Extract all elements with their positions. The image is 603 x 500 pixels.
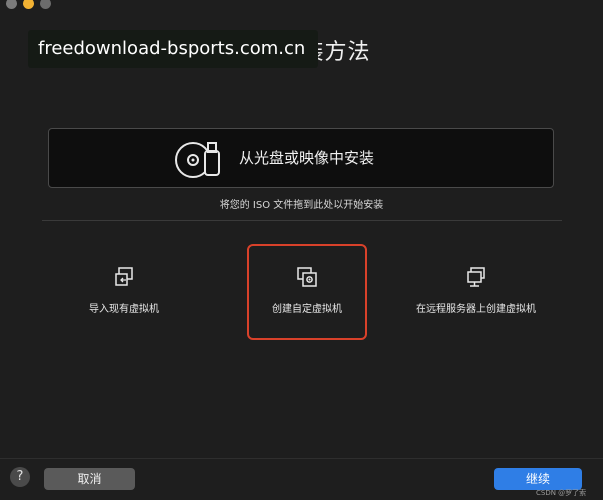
section-divider <box>42 220 562 221</box>
drop-hint-text: 将您的 ISO 文件拖到此处以开始安装 <box>219 200 384 211</box>
footer-divider <box>0 458 603 459</box>
custom-vm-icon <box>297 267 317 287</box>
watermark-overlay: freedownload-bsports.com.cn <box>28 30 318 68</box>
option-remote-label: 在远程服务器上创建虚拟机 <box>416 304 536 315</box>
install-from-disc-dropzone[interactable]: 从光盘或映像中安装 <box>48 128 554 188</box>
option-import-existing-vm[interactable]: 导入现有虚拟机 <box>64 244 184 340</box>
option-custom-label: 创建自定虚拟机 <box>272 304 342 315</box>
disc-usb-icon <box>175 142 220 178</box>
option-create-custom-vm[interactable]: 创建自定虚拟机 <box>247 244 367 340</box>
credit-watermark: CSDN @罗了索 <box>536 489 587 497</box>
zoom-window-button[interactable] <box>40 0 51 9</box>
close-window-button[interactable] <box>6 0 17 9</box>
import-vm-icon <box>115 267 133 286</box>
continue-button[interactable]: 继续 <box>494 468 582 490</box>
option-import-label: 导入现有虚拟机 <box>89 304 159 315</box>
window-controls <box>0 0 51 9</box>
install-from-disc-label: 从光盘或映像中安装 <box>239 149 375 167</box>
option-create-remote-vm[interactable]: 在远程服务器上创建虚拟机 <box>416 244 536 340</box>
remote-vm-icon <box>467 267 485 287</box>
cancel-button[interactable]: 取消 <box>44 468 135 490</box>
help-button[interactable]: ? <box>10 467 30 487</box>
minimize-window-button[interactable] <box>23 0 34 9</box>
